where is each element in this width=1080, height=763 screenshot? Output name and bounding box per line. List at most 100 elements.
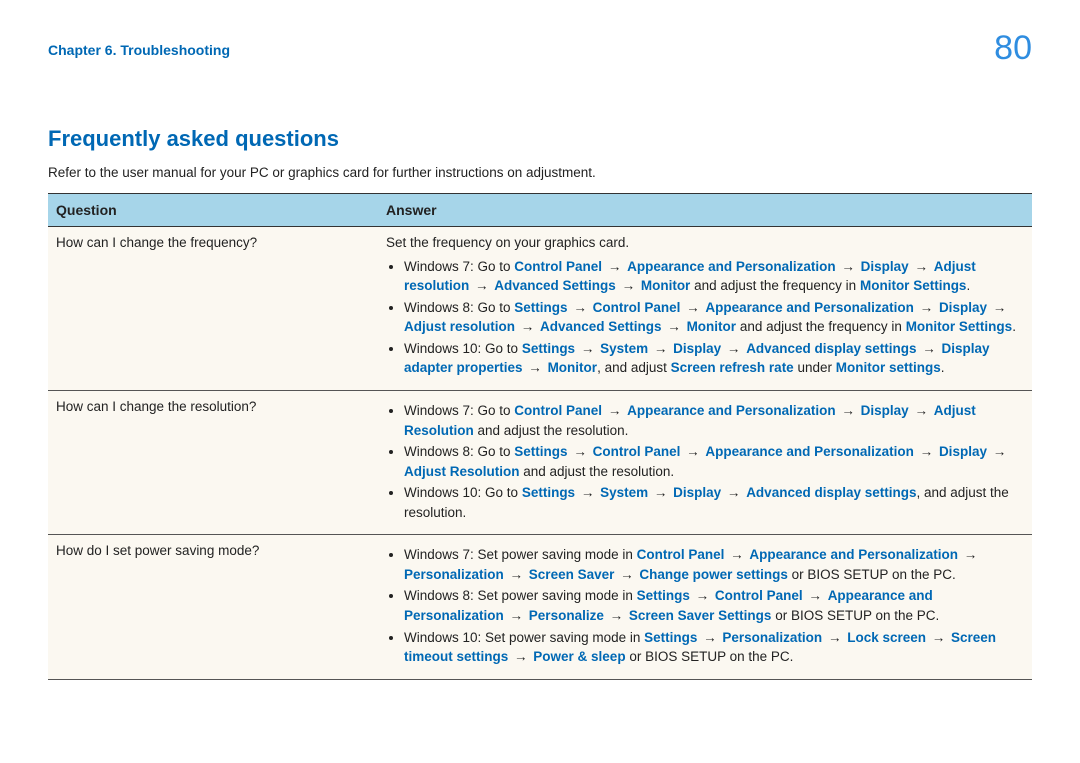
- answer-item: Windows 10: Set power saving mode in Set…: [404, 628, 1024, 667]
- answer-list: Windows 7: Go to Control Panel → Appeara…: [386, 257, 1024, 378]
- answer-cell: Windows 7: Go to Control Panel → Appeara…: [378, 390, 1032, 534]
- highlight-term: Adjust resolution: [404, 319, 515, 334]
- answer-item: Windows 10: Go to Settings → System → Di…: [404, 339, 1024, 378]
- arrow-icon: →: [602, 259, 627, 274]
- answer-cell: Set the frequency on your graphics card.…: [378, 227, 1032, 391]
- highlight-term: Appearance and Personalization: [705, 444, 914, 459]
- answer-text: and adjust the resolution.: [474, 423, 629, 438]
- highlight-term: Lock screen: [847, 630, 926, 645]
- arrow-icon: →: [803, 588, 828, 603]
- highlight-term: Advanced Settings: [494, 278, 616, 293]
- highlight-term: System: [600, 341, 648, 356]
- arrow-icon: →: [987, 444, 1008, 459]
- highlight-term: Advanced display settings: [746, 341, 916, 356]
- arrow-icon: →: [987, 300, 1008, 315]
- col-header-question: Question: [48, 193, 378, 226]
- answer-item: Windows 7: Go to Control Panel → Appeara…: [404, 401, 1024, 440]
- answer-text: Windows 7: Go to: [404, 259, 514, 274]
- highlight-term: Appearance and Personalization: [627, 403, 836, 418]
- arrow-icon: →: [568, 444, 593, 459]
- chapter-label: Chapter 6. Troubleshooting: [48, 40, 230, 60]
- highlight-term: Appearance and Personalization: [705, 300, 914, 315]
- arrow-icon: →: [909, 259, 934, 274]
- arrow-icon: →: [914, 300, 939, 315]
- answer-text: Windows 8: Set power saving mode in: [404, 588, 637, 603]
- arrow-icon: →: [469, 278, 494, 293]
- question-cell: How do I set power saving mode?: [48, 535, 378, 679]
- arrow-icon: →: [836, 259, 861, 274]
- answer-item: Windows 8: Set power saving mode in Sett…: [404, 586, 1024, 625]
- arrow-icon: →: [680, 444, 705, 459]
- answer-item: Windows 7: Set power saving mode in Cont…: [404, 545, 1024, 584]
- highlight-term: Settings: [514, 444, 567, 459]
- highlight-term: Appearance and Personalization: [749, 547, 958, 562]
- highlight-term: Settings: [522, 341, 575, 356]
- arrow-icon: →: [504, 567, 529, 582]
- highlight-term: Settings: [522, 485, 575, 500]
- arrow-icon: →: [690, 588, 715, 603]
- answer-text: Windows 10: Set power saving mode in: [404, 630, 644, 645]
- table-row: How can I change the frequency?Set the f…: [48, 227, 1032, 391]
- arrow-icon: →: [614, 567, 639, 582]
- answer-text: .: [1012, 319, 1016, 334]
- arrow-icon: →: [914, 444, 939, 459]
- highlight-term: Power & sleep: [533, 649, 625, 664]
- answer-text: , and adjust: [597, 360, 671, 375]
- highlight-term: Control Panel: [637, 547, 725, 562]
- highlight-term: Screen refresh rate: [671, 360, 794, 375]
- highlight-term: Monitor Settings: [906, 319, 1013, 334]
- section-title: Frequently asked questions: [48, 123, 1032, 155]
- arrow-icon: →: [515, 319, 540, 334]
- arrow-icon: →: [648, 485, 673, 500]
- arrow-icon: →: [926, 630, 951, 645]
- arrow-icon: →: [575, 485, 600, 500]
- answer-text: or BIOS SETUP on the PC.: [771, 608, 939, 623]
- answer-cell: Windows 7: Set power saving mode in Cont…: [378, 535, 1032, 679]
- answer-item: Windows 10: Go to Settings → System → Di…: [404, 483, 1024, 522]
- faq-table: Question Answer How can I change the fre…: [48, 193, 1032, 680]
- highlight-term: Settings: [644, 630, 697, 645]
- arrow-icon: →: [721, 341, 746, 356]
- col-header-answer: Answer: [378, 193, 1032, 226]
- highlight-term: Control Panel: [514, 403, 602, 418]
- table-row: How can I change the resolution? Windows …: [48, 390, 1032, 534]
- highlight-term: Display: [939, 444, 987, 459]
- arrow-icon: →: [602, 403, 627, 418]
- arrow-icon: →: [604, 608, 629, 623]
- answer-text: or BIOS SETUP on the PC.: [788, 567, 956, 582]
- arrow-icon: →: [822, 630, 847, 645]
- answer-list: Windows 7: Go to Control Panel → Appeara…: [386, 401, 1024, 522]
- answer-text: .: [966, 278, 970, 293]
- highlight-term: Settings: [514, 300, 567, 315]
- highlight-term: Settings: [637, 588, 690, 603]
- question-cell: How can I change the resolution?: [48, 390, 378, 534]
- question-cell: How can I change the frequency?: [48, 227, 378, 391]
- page-header: Chapter 6. Troubleshooting 80: [48, 40, 1032, 73]
- highlight-term: Display: [861, 259, 909, 274]
- arrow-icon: →: [721, 485, 746, 500]
- table-row: How do I set power saving mode? Windows 7…: [48, 535, 1032, 679]
- highlight-term: Monitor: [687, 319, 737, 334]
- highlight-term: Personalize: [529, 608, 604, 623]
- arrow-icon: →: [568, 300, 593, 315]
- arrow-icon: →: [958, 547, 979, 562]
- highlight-term: Screen Saver Settings: [629, 608, 772, 623]
- answer-text: Windows 7: Set power saving mode in: [404, 547, 637, 562]
- page-number: 80: [994, 24, 1032, 73]
- highlight-term: Screen Saver: [529, 567, 615, 582]
- answer-text: Windows 8: Go to: [404, 444, 514, 459]
- highlight-term: Monitor Settings: [860, 278, 967, 293]
- arrow-icon: →: [909, 403, 934, 418]
- arrow-icon: →: [697, 630, 722, 645]
- arrow-icon: →: [724, 547, 749, 562]
- highlight-term: Adjust Resolution: [404, 464, 520, 479]
- arrow-icon: →: [680, 300, 705, 315]
- arrow-icon: →: [836, 403, 861, 418]
- highlight-term: Advanced Settings: [540, 319, 662, 334]
- answer-lead: Set the frequency on your graphics card.: [386, 233, 1024, 253]
- arrow-icon: →: [523, 360, 548, 375]
- highlight-term: Personalization: [722, 630, 822, 645]
- arrow-icon: →: [616, 278, 641, 293]
- answer-list: Windows 7: Set power saving mode in Cont…: [386, 545, 1024, 666]
- highlight-term: Display: [939, 300, 987, 315]
